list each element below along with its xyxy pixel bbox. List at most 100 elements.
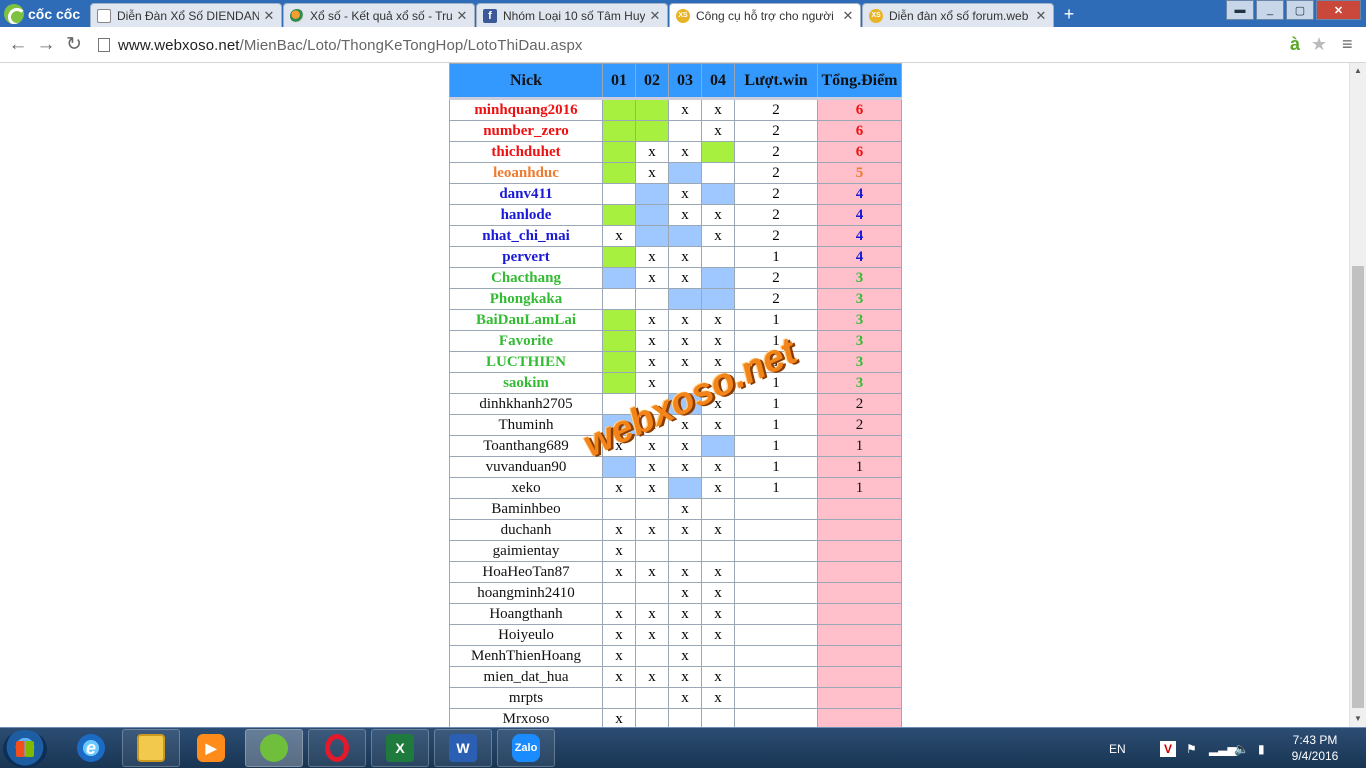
maximize-icon[interactable]: ▢ [1286,0,1314,20]
close-icon[interactable]: ✕ [842,8,854,24]
nick-cell: BaiDauLamLai [449,309,603,331]
system-clock[interactable]: 7:43 PM 9/4/2016 [1284,732,1346,764]
internet-explorer-icon: e [77,734,105,762]
win-count-cell: 2 [734,141,818,163]
nick-cell: HoaHeoTan87 [449,561,603,583]
taskbar-opera[interactable] [308,729,366,767]
tab-xoso-ketqua[interactable]: Xổ số - Kết quả xổ số - Tru ✕ [283,3,475,27]
mark-cell: x [668,309,702,331]
mark-cell: x [602,225,636,247]
mark-cell: x [701,414,735,436]
header-nick: Nick [449,63,603,99]
mark-cell: x [668,330,702,352]
table-row: Chacthang x x 2 3 [449,267,902,289]
menu-button-icon[interactable]: ▬ [1226,0,1254,20]
tab-facebook-group[interactable]: f Nhóm Loại 10 số Tâm Huy ✕ [476,3,668,27]
navigation-toolbar: ← → ↻ www.webxoso.net/MienBac/Loto/Thong… [0,27,1366,63]
action-center-flag-icon[interactable]: ⚑ [1186,728,1197,769]
total-score-cell [817,687,902,709]
win-count-cell: 1 [734,477,818,499]
media-player-icon: ▶ [197,734,225,762]
volume-icon[interactable]: 🔈 [1234,728,1249,769]
battery-icon[interactable]: ▮ [1258,728,1265,769]
mark-cell: x [701,225,735,247]
tray-vietkey-icon[interactable]: V [1160,728,1176,769]
total-score-cell: 3 [817,330,902,352]
total-score-cell: 4 [817,183,902,205]
nick-cell: dinhkhanh2705 [449,393,603,415]
win-count-cell [734,540,818,562]
vertical-scrollbar[interactable]: ▲ ▼ [1349,63,1366,727]
browser-brand[interactable]: cốc cốc [0,0,88,27]
total-score-cell: 3 [817,309,902,331]
mark-cell [602,183,636,205]
folder-icon [137,734,165,762]
translate-icon[interactable]: à [1290,34,1300,54]
tab-diendan[interactable]: Diễn Đàn Xổ Số DIENDAN ✕ [90,3,282,27]
start-button-icon[interactable] [3,730,47,768]
minimize-icon[interactable]: _ [1256,0,1284,20]
forward-arrow-icon[interactable]: → [36,35,56,55]
mark-cell: x [635,624,669,646]
opera-icon [325,734,349,762]
mark-cell: x [701,582,735,604]
tab-congcu-active[interactable]: XS Công cụ hỗ trợ cho người ✕ [669,3,861,28]
taskbar-coccoc[interactable] [245,729,303,767]
mark-cell [635,687,669,709]
taskbar-excel[interactable]: X [371,729,429,767]
new-tab-plus-icon[interactable]: + [1058,5,1080,23]
excel-icon: X [386,734,414,762]
mark-cell: x [668,561,702,583]
mark-cell: x [635,330,669,352]
address-bar[interactable]: www.webxoso.net/MienBac/Loto/ThongKeTong… [98,33,1335,57]
mark-cell [635,288,669,310]
mark-cell: x [701,372,735,394]
url-host: www.webxoso.net [118,36,240,54]
url-text[interactable]: www.webxoso.net/MienBac/Loto/ThongKeTong… [118,37,583,54]
menu-hamburger-icon[interactable]: ≡ [1342,34,1353,54]
table-row: hoangminh2410 x x [449,582,902,604]
nick-cell: thichduhet [449,141,603,163]
close-icon[interactable]: ✕ [263,8,275,24]
star-bookmark-icon[interactable]: ★ [1311,34,1327,54]
nick-cell: Toanthang689 [449,435,603,457]
mark-cell: x [635,246,669,268]
scroll-thumb[interactable] [1352,266,1364,708]
taskbar-zalo[interactable]: Zalo [497,729,555,767]
nick-cell: Hoiyeulo [449,624,603,646]
close-icon[interactable]: ✕ [1035,8,1047,24]
taskbar-media-player[interactable]: ▶ [182,729,240,767]
mark-cell: x [668,645,702,667]
scroll-down-icon[interactable]: ▼ [1350,711,1366,727]
close-icon[interactable]: ✕ [649,8,661,24]
xs-icon: XS [676,9,690,23]
close-icon[interactable]: ✕ [456,8,468,24]
network-signal-icon[interactable]: ▂▃▅ [1209,728,1237,769]
close-window-icon[interactable]: ✕ [1316,0,1361,20]
language-indicator[interactable]: EN [1109,728,1126,769]
nick-cell: saokim [449,372,603,394]
taskbar-file-explorer[interactable] [122,729,180,767]
hit-cell-green [602,141,636,163]
mark-cell: x [668,498,702,520]
mark-cell: x [635,435,669,457]
taskbar-word[interactable]: W [434,729,492,767]
header-win-count: Lượt.win [734,63,818,99]
reload-icon[interactable]: ↻ [64,35,84,55]
total-score-cell [817,666,902,688]
hit-cell-green [635,120,669,142]
mark-cell: x [701,519,735,541]
tab-title: Xổ số - Kết quả xổ số - Tru [310,8,452,23]
win-count-cell [734,561,818,583]
tab-forum-webxoso[interactable]: XS Diễn đàn xổ số forum.web ✕ [862,3,1054,27]
header-col-01: 01 [602,63,636,99]
total-score-cell [817,582,902,604]
table-row: Favorite x x x 1 3 [449,330,902,352]
back-arrow-icon[interactable]: ← [8,35,28,55]
taskbar-internet-explorer[interactable]: e [62,729,120,767]
mark-cell: x [635,414,669,436]
win-count-cell [734,666,818,688]
scroll-up-icon[interactable]: ▲ [1350,63,1366,79]
coccoc-icon [260,734,288,762]
table-row: number_zero x 2 6 [449,120,902,142]
